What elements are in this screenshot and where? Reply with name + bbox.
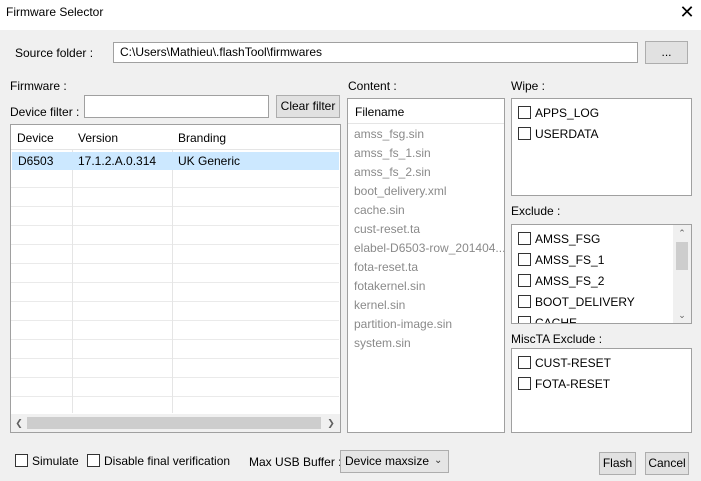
wipe-list[interactable]: APPS_LOG USERDATA: [511, 98, 692, 196]
browse-button[interactable]: ...: [645, 41, 688, 64]
scroll-up-icon[interactable]: ⌃: [676, 227, 688, 239]
content-label: Content :: [348, 79, 397, 93]
checkbox-box[interactable]: [518, 127, 531, 140]
column-header-device[interactable]: Device: [11, 129, 72, 147]
miscta-cust-reset-checkbox[interactable]: CUST-RESET: [518, 356, 611, 370]
list-item[interactable]: elabel-D6503-row_201404...: [354, 241, 504, 255]
horizontal-scrollbar[interactable]: ❮ ❯: [11, 414, 340, 432]
list-item[interactable]: partition-image.sin: [354, 317, 452, 331]
list-item[interactable]: amss_fsg.sin: [354, 127, 424, 141]
firmware-label: Firmware :: [10, 79, 67, 93]
exclude-amss-fsg-checkbox[interactable]: AMSS_FSG: [518, 232, 600, 246]
checkbox-box[interactable]: [518, 316, 531, 323]
miscta-fota-reset-checkbox[interactable]: FOTA-RESET: [518, 377, 610, 391]
close-icon[interactable]: ✕: [676, 2, 698, 24]
exclude-amss-fs-1-checkbox[interactable]: AMSS_FS_1: [518, 253, 604, 267]
list-item[interactable]: amss_fs_1.sin: [354, 146, 431, 160]
usb-buffer-select[interactable]: Device maxsize ⌄: [340, 450, 449, 473]
list-item[interactable]: cache.sin: [354, 203, 405, 217]
wipe-apps-log-checkbox[interactable]: APPS_LOG: [518, 106, 599, 120]
scroll-right-icon[interactable]: ❯: [325, 417, 337, 429]
list-item[interactable]: kernel.sin: [354, 298, 405, 312]
cell-device: D6503: [18, 154, 54, 168]
list-item[interactable]: fota-reset.ta: [354, 260, 418, 274]
miscta-exclude-label: MiscTA Exclude :: [511, 332, 603, 346]
cell-version: 17.1.2.A.0.314: [78, 154, 157, 168]
miscta-exclude-list[interactable]: CUST-RESET FOTA-RESET: [511, 348, 692, 433]
simulate-checkbox[interactable]: Simulate: [15, 454, 79, 468]
column-header-branding[interactable]: Branding: [172, 129, 332, 147]
checkbox-box[interactable]: [518, 232, 531, 245]
firmware-table[interactable]: Device Version Branding D6503 17.1.2.A.0…: [10, 124, 341, 433]
device-filter-input[interactable]: [84, 95, 269, 118]
source-folder-input[interactable]: C:\Users\Mathieu\.flashTool\firmwares: [113, 42, 638, 63]
checkbox-box[interactable]: [518, 274, 531, 287]
exclude-list[interactable]: AMSS_FSG AMSS_FS_1 AMSS_FS_2 BOOT_DELIVE…: [511, 224, 692, 324]
filename-column-header[interactable]: Filename: [355, 105, 404, 119]
table-row[interactable]: D6503 17.1.2.A.0.314 UK Generic: [12, 152, 339, 170]
checkbox-box[interactable]: [518, 106, 531, 119]
checkbox-box[interactable]: [518, 295, 531, 308]
device-filter-label: Device filter :: [10, 105, 80, 119]
exclude-boot-delivery-checkbox[interactable]: BOOT_DELIVERY: [518, 295, 635, 309]
wipe-userdata-checkbox[interactable]: USERDATA: [518, 127, 599, 141]
source-folder-label: Source folder :: [15, 46, 94, 60]
flash-button[interactable]: Flash: [599, 452, 636, 475]
checkbox-box[interactable]: [518, 377, 531, 390]
disable-final-verification-checkbox[interactable]: Disable final verification: [87, 454, 230, 468]
vertical-scroll-thumb[interactable]: [676, 242, 688, 270]
chevron-down-icon: ⌄: [434, 455, 443, 466]
title-bar: [0, 0, 701, 30]
exclude-vertical-scrollbar[interactable]: ⌃ ⌄: [673, 225, 691, 323]
clear-filter-button[interactable]: Clear filter: [276, 95, 340, 118]
list-item[interactable]: boot_delivery.xml: [354, 184, 446, 198]
checkbox-box[interactable]: [15, 454, 28, 467]
max-usb-buffer-label: Max USB Buffer :: [249, 455, 342, 469]
cell-branding: UK Generic: [178, 154, 241, 168]
usb-buffer-value: Device maxsize: [345, 454, 430, 468]
scroll-left-icon[interactable]: ❮: [13, 417, 25, 429]
checkbox-box[interactable]: [518, 253, 531, 266]
exclude-cache-checkbox[interactable]: CACHE: [518, 316, 577, 323]
content-list[interactable]: Filename amss_fsg.sin amss_fs_1.sin amss…: [347, 98, 505, 433]
wipe-label: Wipe :: [511, 79, 546, 93]
list-item[interactable]: system.sin: [354, 336, 411, 350]
scroll-down-icon[interactable]: ⌄: [676, 309, 688, 321]
list-item[interactable]: fotakernel.sin: [354, 279, 425, 293]
window-title: Firmware Selector: [6, 5, 104, 19]
list-item[interactable]: cust-reset.ta: [354, 222, 420, 236]
horizontal-scroll-thumb[interactable]: [27, 417, 321, 429]
checkbox-box[interactable]: [518, 356, 531, 369]
list-item[interactable]: amss_fs_2.sin: [354, 165, 431, 179]
checkbox-box[interactable]: [87, 454, 100, 467]
exclude-label: Exclude :: [511, 204, 561, 218]
exclude-amss-fs-2-checkbox[interactable]: AMSS_FS_2: [518, 274, 604, 288]
column-header-version[interactable]: Version: [72, 129, 172, 147]
cancel-button[interactable]: Cancel: [645, 452, 689, 475]
